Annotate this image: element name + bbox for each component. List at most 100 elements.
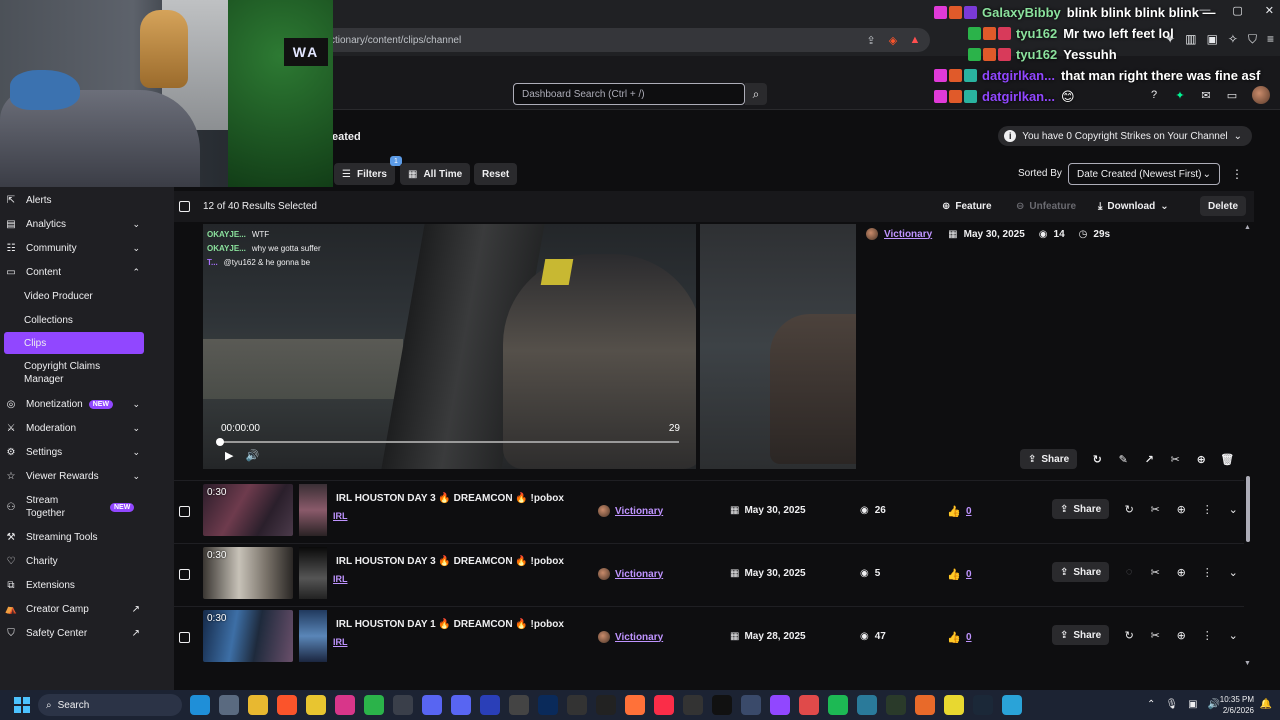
- scissors-icon[interactable]: ✂: [1169, 453, 1181, 466]
- scroll-up-icon[interactable]: ▲: [1244, 224, 1251, 231]
- sort-select[interactable]: Date Created (Newest First) ⌄: [1068, 163, 1220, 185]
- sidebar-item-copyright-claims-manager[interactable]: Copyright Claims Manager: [4, 357, 144, 389]
- sidebar-item-moderation[interactable]: ⚔ Moderation ⌄: [4, 417, 144, 439]
- file-explorer-icon[interactable]: [248, 695, 268, 715]
- clip-title[interactable]: IRL HOUSTON DAY 3 🔥 DREAMCON 🔥 !pobox: [336, 556, 564, 567]
- app-icon[interactable]: [741, 695, 761, 715]
- app-icon[interactable]: [480, 695, 500, 715]
- scissors-icon[interactable]: ✂: [1149, 629, 1161, 642]
- brave-rewards-icon[interactable]: ▲: [908, 33, 922, 47]
- chevron-down-icon[interactable]: ⌄: [1227, 503, 1239, 516]
- like-count[interactable]: 0: [966, 569, 972, 580]
- sidebar-item-community[interactable]: ☷ Community ⌄: [4, 237, 144, 259]
- more-options-icon[interactable]: ⋮: [1201, 566, 1213, 579]
- sidebar-item-safety-center[interactable]: ⛉ Safety Center ↗: [4, 622, 144, 644]
- app-icon[interactable]: [915, 695, 935, 715]
- spotify-icon[interactable]: [828, 695, 848, 715]
- address-bar[interactable]: ctionary/content/clips/channel ⇪ ◈ ▲: [318, 28, 930, 52]
- sidebar-item-viewer-rewards[interactable]: ☆ Viewer Rewards ⌄: [4, 465, 144, 487]
- time-filter-button[interactable]: ▦ All Time: [400, 163, 471, 185]
- discord-icon[interactable]: [451, 695, 471, 715]
- channel-link[interactable]: Victionary: [884, 229, 932, 240]
- steam-icon[interactable]: [973, 695, 993, 715]
- download-button[interactable]: ⤓ Download ⌄: [1090, 196, 1177, 216]
- start-button[interactable]: [14, 697, 30, 713]
- scroll-thumb[interactable]: [1246, 476, 1250, 542]
- share-button[interactable]: ⇪ Share: [1052, 625, 1110, 645]
- clip-category[interactable]: IRL: [333, 637, 348, 647]
- channel-link[interactable]: Victionary: [615, 569, 663, 580]
- select-all-checkbox[interactable]: [179, 201, 190, 212]
- app-icon[interactable]: [712, 695, 732, 715]
- chevron-down-icon[interactable]: ⌄: [1227, 566, 1239, 579]
- scrollbar[interactable]: ▲ ▼: [1244, 222, 1252, 668]
- filters-button[interactable]: ☰ Filters: [334, 163, 395, 185]
- app-icon[interactable]: [944, 695, 964, 715]
- clip-title[interactable]: IRL HOUSTON DAY 1 🔥 DREAMCON 🔥 !pobox: [336, 619, 564, 630]
- scissors-icon[interactable]: ✂: [1149, 503, 1161, 516]
- more-options-icon[interactable]: ⋮: [1201, 629, 1213, 642]
- table-row[interactable]: 0:30 IRL HOUSTON DAY 3 🔥 DREAMCON 🔥 !pob…: [174, 480, 1244, 543]
- sidebar-item-settings[interactable]: ⚙ Settings ⌄: [4, 441, 144, 463]
- delete-button[interactable]: Delete: [1200, 196, 1247, 216]
- sidebar-item-stream-together[interactable]: ⚇ Stream Together NEW: [4, 493, 144, 521]
- sidebar-item-charity[interactable]: ♡ Charity: [4, 550, 144, 572]
- plus-circle-icon[interactable]: ⊕: [1195, 453, 1207, 466]
- taskbar-search[interactable]: ⌕ Search: [38, 694, 182, 716]
- app-icon[interactable]: [596, 695, 616, 715]
- game-icon[interactable]: [422, 695, 442, 715]
- more-options-icon[interactable]: ⋮: [1230, 167, 1244, 181]
- network-icon[interactable]: ▣: [1188, 699, 1197, 710]
- app-icon[interactable]: [335, 695, 355, 715]
- sidebar-item-streaming-tools[interactable]: ⚒ Streaming Tools: [4, 526, 144, 548]
- table-row[interactable]: 0:30 IRL HOUSTON DAY 1 🔥 DREAMCON 🔥 !pob…: [174, 606, 1244, 668]
- clip-title[interactable]: IRL HOUSTON DAY 3 🔥 DREAMCON 🔥 !pobox: [336, 493, 564, 504]
- music-icon[interactable]: [654, 695, 674, 715]
- sidebar-item-extensions[interactable]: ⧉ Extensions: [4, 574, 144, 596]
- loop-icon[interactable]: ↻: [1123, 629, 1135, 642]
- row-checkbox[interactable]: [179, 569, 190, 580]
- app-icon[interactable]: [364, 695, 384, 715]
- scroll-down-icon[interactable]: ▼: [1244, 660, 1251, 667]
- sidebar-item-video-producer[interactable]: Video Producer: [4, 285, 144, 307]
- more-options-icon[interactable]: ⋮: [1201, 503, 1213, 516]
- search-button[interactable]: ⌕: [745, 83, 767, 105]
- sidebar-item-collections[interactable]: Collections: [4, 309, 144, 331]
- like-count[interactable]: 0: [966, 506, 972, 517]
- app-icon[interactable]: [683, 695, 703, 715]
- app-icon[interactable]: [857, 695, 877, 715]
- plus-circle-icon[interactable]: ⊕: [1175, 503, 1187, 516]
- like-count[interactable]: 0: [966, 632, 972, 643]
- volume-icon[interactable]: 🔊: [1208, 699, 1220, 710]
- brave-shield-icon[interactable]: ◈: [886, 33, 900, 47]
- clock[interactable]: 10:35 PM 2/6/2026: [1220, 694, 1254, 716]
- obs-icon[interactable]: [393, 695, 413, 715]
- channel-link[interactable]: Victionary: [615, 506, 663, 517]
- sidebar-item-creator-camp[interactable]: ⛺ Creator Camp ↗: [4, 598, 144, 620]
- trash-icon[interactable]: 🗑: [1220, 453, 1234, 466]
- photoshop-icon[interactable]: [538, 695, 558, 715]
- sidebar-item-analytics[interactable]: ▤ Analytics ⌄: [4, 213, 144, 235]
- unfeature-button[interactable]: ⊖ Unfeature: [1008, 196, 1084, 216]
- row-checkbox[interactable]: [179, 632, 190, 643]
- sidebar-item-content[interactable]: ▭ Content ⌃: [4, 261, 144, 283]
- share-button[interactable]: ⇪ Share: [1052, 562, 1110, 582]
- edge-icon[interactable]: [190, 695, 210, 715]
- microphone-icon[interactable]: 🎙: [1165, 699, 1178, 710]
- sidebar-item-alerts[interactable]: ⇱ Alerts: [4, 189, 144, 211]
- app-icon[interactable]: [1002, 695, 1022, 715]
- clip-category[interactable]: IRL: [333, 574, 348, 584]
- share-page-icon[interactable]: ⇪: [864, 33, 878, 47]
- volume-icon[interactable]: 🔊: [245, 449, 259, 462]
- notification-icon[interactable]: 🔔: [1260, 699, 1272, 710]
- loop-icon[interactable]: ↻: [1123, 503, 1135, 516]
- dashboard-search-input[interactable]: Dashboard Search (Ctrl + /): [513, 83, 745, 105]
- app-icon[interactable]: [886, 695, 906, 715]
- app-icon[interactable]: [799, 695, 819, 715]
- scissors-icon[interactable]: ✂: [1149, 566, 1161, 579]
- settings-app-icon[interactable]: [219, 695, 239, 715]
- seek-handle[interactable]: [216, 438, 224, 446]
- sidebar-item-clips[interactable]: Clips: [4, 332, 144, 354]
- edit-icon[interactable]: ✎: [1117, 453, 1129, 466]
- play-icon[interactable]: ▶: [225, 449, 233, 462]
